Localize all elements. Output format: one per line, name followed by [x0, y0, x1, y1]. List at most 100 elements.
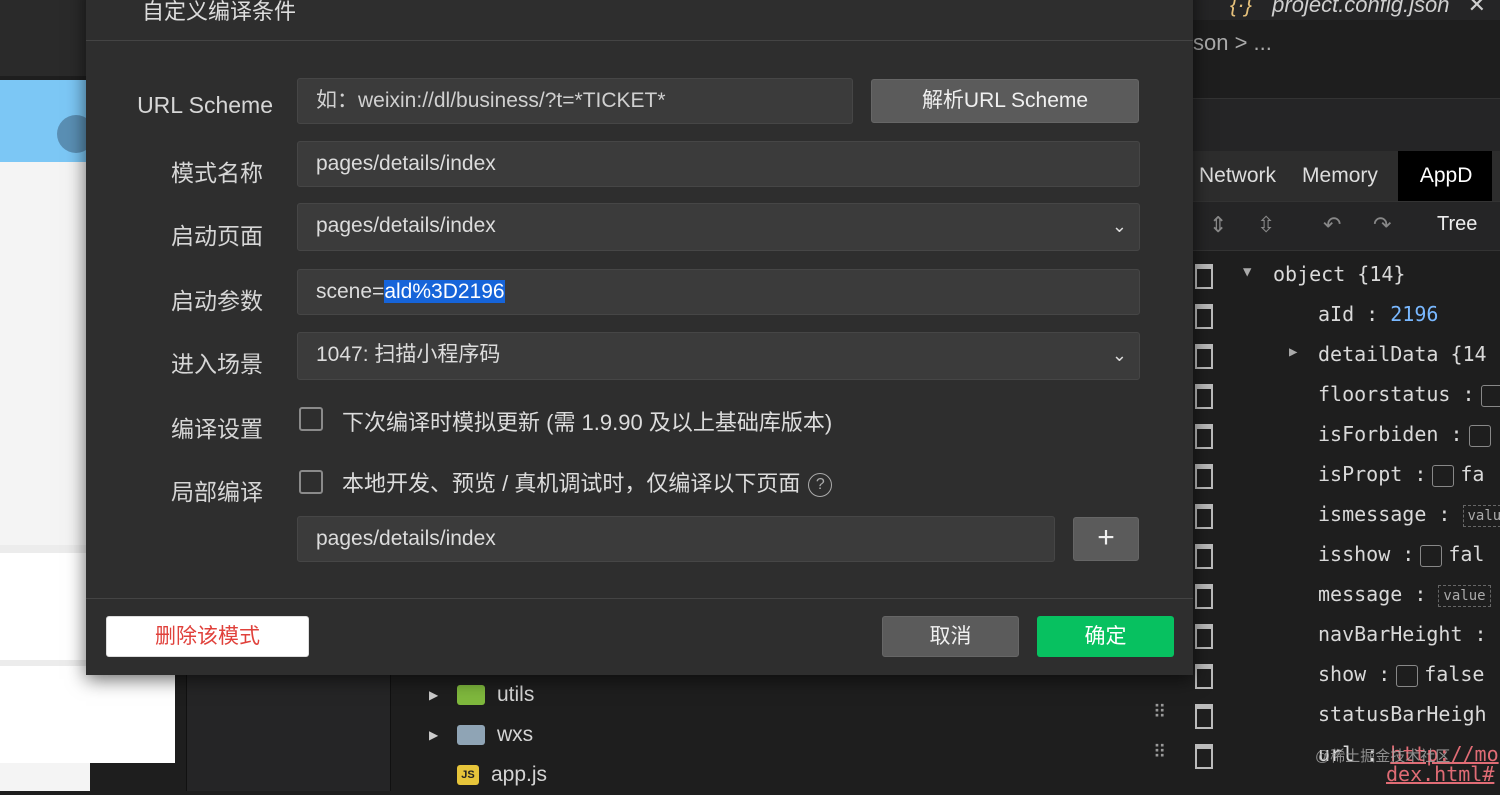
document-icon — [1195, 504, 1213, 529]
checkbox[interactable] — [1432, 465, 1454, 487]
checkbox[interactable] — [1420, 545, 1442, 567]
tree-row[interactable]: isshow :fal — [1193, 534, 1500, 574]
folder-icon — [457, 685, 485, 705]
file-tree-item[interactable]: JS app.js — [391, 755, 547, 795]
mode-name-value: pages/details/index — [316, 152, 496, 175]
file-tree-item[interactable]: ▶ utils — [391, 675, 534, 715]
folder-icon — [457, 725, 485, 745]
tree-count: {14} — [1357, 262, 1405, 286]
drag-handle-icon[interactable]: ⠿ — [1153, 702, 1166, 723]
file-tree-item[interactable]: ▶ wxs — [391, 715, 533, 755]
close-icon[interactable]: ✕ — [1468, 0, 1486, 17]
document-icon — [1195, 664, 1213, 689]
tree-key: show — [1318, 662, 1366, 686]
document-icon — [1195, 624, 1213, 649]
url-scheme-input[interactable]: 如：weixin://dl/business/?t=*TICKET* — [297, 78, 853, 124]
tree-key: aId — [1318, 302, 1354, 326]
caret-right-icon[interactable]: ▶ — [1289, 344, 1297, 360]
document-icon — [1195, 544, 1213, 569]
parse-url-scheme-button[interactable]: 解析URL Scheme — [871, 79, 1139, 123]
collapse-all-icon[interactable]: ⇳ — [1257, 212, 1275, 238]
tree-key: floorstatus — [1318, 382, 1450, 406]
tree-row[interactable]: ▶ detailData {14 — [1193, 334, 1500, 374]
cancel-button[interactable]: 取消 — [882, 616, 1019, 657]
scene-select[interactable]: 1047: 扫描小程序码 ⌄ — [297, 332, 1140, 380]
tree-value[interactable]: 2196 — [1390, 302, 1438, 326]
tree-value: false — [1424, 662, 1484, 686]
tree-row[interactable]: aId : 2196 — [1193, 294, 1500, 334]
checkbox[interactable] — [1469, 425, 1491, 447]
tree-key: isForbiden — [1318, 422, 1438, 446]
tree-row[interactable]: ▼ object {14} — [1193, 254, 1500, 294]
partial-compile-page-input[interactable]: pages/details/index — [297, 516, 1055, 562]
dialog-title: 自定义编译条件 — [142, 0, 296, 26]
tree-row[interactable]: message : value — [1193, 574, 1500, 614]
tree-value: fa — [1460, 462, 1484, 486]
tree-row[interactable]: navBarHeight : — [1193, 614, 1500, 654]
partial-compile-label: 局部编译 — [171, 473, 263, 507]
tree-key: ismessage — [1318, 502, 1426, 526]
watermark: @稀土掘金技术社区 — [1315, 745, 1450, 766]
redo-icon[interactable]: ↷ — [1373, 212, 1391, 238]
tab-memory[interactable]: Memory — [1296, 151, 1398, 201]
document-icon — [1195, 704, 1213, 729]
tree-row[interactable]: floorstatus : — [1193, 374, 1500, 414]
caret-down-icon[interactable]: ▼ — [1243, 264, 1251, 280]
partial-compile-page-value: pages/details/index — [316, 527, 496, 550]
appdata-tree: ▼ object {14} aId : 2196 ▶ detailData {1… — [1193, 254, 1500, 791]
checkbox[interactable] — [1481, 385, 1500, 407]
expand-all-icon[interactable]: ⇕ — [1209, 212, 1227, 238]
simulate-update-text: 下次编译时模拟更新 (需 1.9.90 及以上基础库版本) — [342, 405, 832, 437]
url-scheme-label: URL Scheme — [137, 92, 273, 119]
simulate-update-checkbox[interactable] — [299, 407, 323, 431]
tree-key: isshow — [1318, 542, 1390, 566]
caret-right-icon: ▶ — [429, 688, 447, 702]
tab-appdata[interactable]: AppD — [1398, 151, 1493, 201]
file-name: app.js — [491, 763, 547, 787]
document-icon — [1195, 384, 1213, 409]
url-scheme-placeholder: 如：weixin://dl/business/?t=*TICKET* — [316, 89, 666, 112]
drag-handle-icon[interactable]: ⠿ — [1153, 742, 1166, 763]
help-icon[interactable]: ? — [808, 473, 832, 497]
chevron-down-icon: ⌄ — [1112, 204, 1127, 248]
simulator-card — [0, 660, 175, 761]
value-input[interactable]: value — [1438, 585, 1490, 607]
start-params-input[interactable]: scene=ald%3D2196 — [297, 269, 1140, 315]
partial-compile-checkbox[interactable] — [299, 470, 323, 494]
tree-row[interactable]: ⠿ statusBarHeigh — [1193, 694, 1500, 734]
add-page-button[interactable]: + — [1073, 517, 1139, 561]
tree-key: detailData — [1318, 342, 1438, 366]
mode-name-input[interactable]: pages/details/index — [297, 141, 1140, 187]
tree-row[interactable]: ismessage : valu — [1193, 494, 1500, 534]
tree-key: isPropt — [1318, 462, 1402, 486]
tree-key: message — [1318, 582, 1402, 606]
file-name: wxs — [497, 723, 533, 747]
checkbox[interactable] — [1396, 665, 1418, 687]
confirm-button[interactable]: 确定 — [1037, 616, 1174, 657]
tree-key: statusBarHeigh — [1318, 702, 1487, 726]
json-file-icon: {·} — [1230, 0, 1252, 17]
tree-row[interactable]: show :false — [1193, 654, 1500, 694]
partial-compile-text: 本地开发、预览 / 真机调试时，仅编译以下页面? — [342, 466, 832, 498]
scene-label: 进入场景 — [171, 345, 263, 379]
js-file-icon: JS — [457, 765, 479, 785]
tree-value: fal — [1448, 542, 1484, 566]
document-icon — [1195, 424, 1213, 449]
start-page-value: pages/details/index — [316, 214, 496, 237]
file-tree: ▶ utils ▶ wxs JS app.js — [390, 675, 761, 791]
document-icon — [1195, 344, 1213, 369]
start-params-prefix: scene= — [316, 280, 384, 303]
tree-row[interactable]: isPropt :fa — [1193, 454, 1500, 494]
tree-row[interactable]: isForbiden : — [1193, 414, 1500, 454]
document-icon — [1195, 464, 1213, 489]
undo-icon[interactable]: ↶ — [1323, 212, 1341, 238]
start-page-select[interactable]: pages/details/index ⌄ — [297, 203, 1140, 251]
custom-compile-dialog: 自定义编译条件 URL Scheme 如：weixin://dl/busines… — [86, 0, 1193, 675]
scene-value: 1047: 扫描小程序码 — [316, 343, 500, 366]
value-input[interactable]: valu — [1463, 505, 1500, 527]
delete-mode-button[interactable]: 删除该模式 — [106, 616, 309, 657]
partial-compile-description: 本地开发、预览 / 真机调试时，仅编译以下页面 — [342, 471, 800, 496]
editor-tab[interactable]: {·} project.config.json ✕ — [1230, 0, 1486, 18]
tab-network[interactable]: Network — [1193, 151, 1296, 201]
view-mode-select[interactable]: Tree — [1437, 213, 1477, 236]
